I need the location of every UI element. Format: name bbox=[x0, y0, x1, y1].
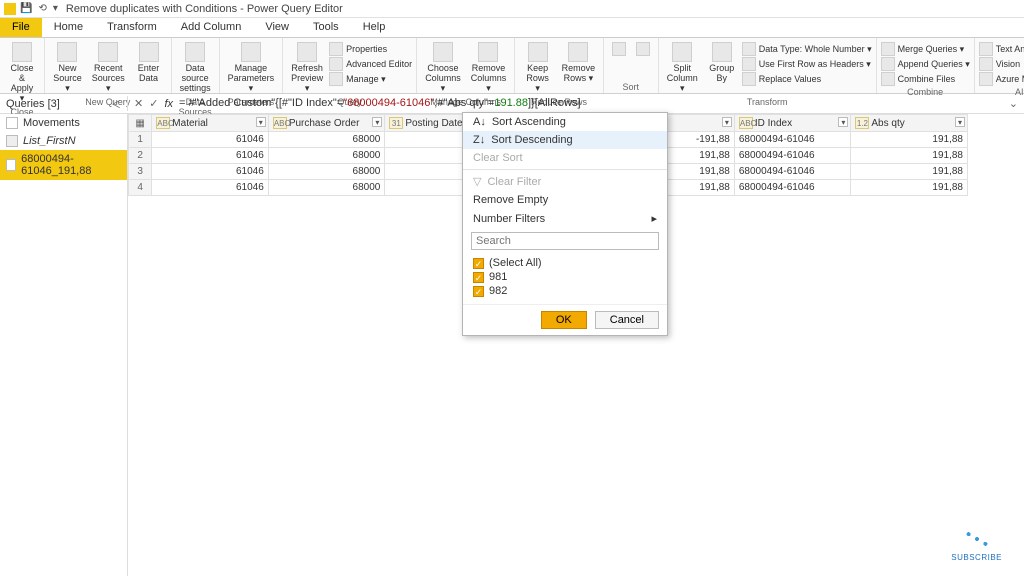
data-source-settings-button[interactable]: Data source settings bbox=[176, 40, 215, 96]
replace-values-button[interactable]: Replace Values bbox=[742, 72, 872, 86]
table-corner[interactable]: ▦ bbox=[129, 115, 152, 132]
sort-descending-item[interactable]: Z↓Sort Descending bbox=[463, 131, 667, 149]
subscribe-label: SUBSCRIBE bbox=[951, 553, 1002, 562]
submenu-arrow-icon: ▸ bbox=[651, 212, 657, 225]
properties-button[interactable]: Properties bbox=[329, 42, 412, 56]
filter-check-value[interactable]: ✓982 bbox=[473, 284, 657, 298]
sort-desc-button[interactable] bbox=[632, 40, 654, 81]
first-row-headers-button[interactable]: Use First Row as Headers ▾ bbox=[742, 57, 872, 71]
save-icon[interactable]: 💾 bbox=[20, 3, 32, 14]
data-grid: ▦ ABCMaterial▾ABCPurchase Order▾31Postin… bbox=[128, 114, 1024, 576]
group-by-button[interactable]: Group By bbox=[704, 40, 740, 96]
menu-tabs: File Home Transform Add Column View Tool… bbox=[0, 18, 1024, 38]
tab-view[interactable]: View bbox=[253, 18, 301, 37]
clear-sort-item: Clear Sort bbox=[463, 149, 667, 167]
number-filters-item[interactable]: Number Filters▸ bbox=[463, 209, 667, 228]
azure-ml-button[interactable]: Azure Machine Learning bbox=[979, 72, 1024, 86]
sort-asc-icon: A↓ bbox=[473, 116, 486, 128]
data-type-button[interactable]: Data Type: Whole Number ▾ bbox=[742, 42, 872, 56]
column-header[interactable]: ABCID Index▾ bbox=[734, 115, 851, 132]
manage-parameters-button[interactable]: Manage Parameters ▾ bbox=[224, 40, 279, 96]
filter-icon: ▽ bbox=[473, 175, 481, 188]
main-area: Movements List_FirstN 68000494-61046_191… bbox=[0, 114, 1024, 576]
enter-data-button[interactable]: Enter Data bbox=[131, 40, 167, 96]
remove-columns-button[interactable]: Remove Columns ▾ bbox=[467, 40, 511, 96]
query-label: List_FirstN bbox=[23, 135, 76, 147]
query-item-selected[interactable]: 68000494-61046_191,88 bbox=[0, 150, 127, 180]
expand-formula-icon[interactable]: ⌄ bbox=[1009, 97, 1018, 110]
column-filter-popup: A↓Sort Ascending Z↓Sort Descending Clear… bbox=[462, 112, 668, 336]
column-header[interactable]: ABCPurchase Order▾ bbox=[268, 115, 385, 132]
filter-ok-button[interactable]: OK bbox=[541, 311, 587, 329]
filter-value-list: ✓(Select All) ✓981 ✓982 bbox=[463, 254, 667, 304]
tab-add-column[interactable]: Add Column bbox=[169, 18, 254, 37]
formula-text: = #"Added Custom"{[#"ID Index"="68000494… bbox=[179, 97, 581, 110]
quick-access-toolbar: 💾 ⟲ ▾ bbox=[20, 3, 58, 14]
recent-sources-button[interactable]: Recent Sources ▾ bbox=[88, 40, 129, 96]
remove-empty-item[interactable]: Remove Empty bbox=[463, 191, 667, 209]
title-bar: 💾 ⟲ ▾ Remove duplicates with Conditions … bbox=[0, 0, 1024, 18]
column-dropdown-icon[interactable]: ▾ bbox=[722, 117, 732, 127]
vision-button[interactable]: Vision bbox=[979, 57, 1024, 71]
dna-icon bbox=[963, 527, 991, 551]
group-label-sort: Sort bbox=[608, 81, 654, 93]
sort-desc-icon: Z↓ bbox=[473, 134, 485, 146]
tab-help[interactable]: Help bbox=[351, 18, 398, 37]
append-queries-button[interactable]: Append Queries ▾ bbox=[881, 57, 970, 71]
new-source-button[interactable]: New Source ▾ bbox=[49, 40, 86, 96]
query-item-list-firstn[interactable]: List_FirstN bbox=[0, 132, 127, 150]
accept-formula-icon[interactable]: ✓ bbox=[149, 97, 158, 110]
window-title: Remove duplicates with Conditions - Powe… bbox=[66, 3, 343, 15]
tab-home[interactable]: Home bbox=[42, 18, 95, 37]
tab-file[interactable]: File bbox=[0, 18, 42, 37]
choose-columns-button[interactable]: Choose Columns ▾ bbox=[421, 40, 465, 96]
app-icon bbox=[4, 3, 16, 15]
queries-formula-row: Queries [3] ＜ ✕ ✓ fx = #"Added Custom"{[… bbox=[0, 94, 1024, 114]
combine-files-button[interactable]: Combine Files bbox=[881, 72, 970, 86]
query-label: Movements bbox=[23, 117, 80, 129]
tab-transform[interactable]: Transform bbox=[95, 18, 169, 37]
formula-bar[interactable]: ✕ ✓ fx = #"Added Custom"{[#"ID Index"="6… bbox=[128, 97, 1024, 110]
column-header[interactable]: 1.2Abs qty▾ bbox=[851, 115, 968, 132]
column-header[interactable]: ABCMaterial▾ bbox=[152, 115, 269, 132]
manage-query-button[interactable]: Manage ▾ bbox=[329, 72, 412, 86]
split-column-button[interactable]: Split Column ▾ bbox=[663, 40, 702, 96]
collapse-icon[interactable]: ＜ bbox=[111, 96, 121, 111]
cancel-formula-icon[interactable]: ✕ bbox=[134, 97, 143, 110]
clear-filter-item: ▽Clear Filter bbox=[463, 172, 667, 191]
filter-search-input[interactable] bbox=[471, 232, 659, 250]
sort-ascending-item[interactable]: A↓Sort Ascending bbox=[463, 113, 667, 131]
query-item-movements[interactable]: Movements bbox=[0, 114, 127, 132]
dropdown-icon[interactable]: ▾ bbox=[53, 3, 58, 14]
queries-sidebar: Movements List_FirstN 68000494-61046_191… bbox=[0, 114, 128, 576]
filter-cancel-button[interactable]: Cancel bbox=[595, 311, 659, 329]
tab-tools[interactable]: Tools bbox=[301, 18, 351, 37]
advanced-editor-button[interactable]: Advanced Editor bbox=[329, 57, 412, 71]
column-dropdown-icon[interactable]: ▾ bbox=[372, 117, 382, 127]
keep-rows-button[interactable]: Keep Rows ▾ bbox=[519, 40, 556, 96]
subscribe-watermark: SUBSCRIBE bbox=[951, 527, 1002, 562]
text-analytics-button[interactable]: Text Analytics bbox=[979, 42, 1024, 56]
fx-icon[interactable]: fx bbox=[164, 98, 173, 110]
queries-pane-title: Queries [3] bbox=[6, 98, 60, 110]
undo-icon[interactable]: ⟲ bbox=[38, 3, 46, 14]
merge-queries-button[interactable]: Merge Queries ▾ bbox=[881, 42, 970, 56]
filter-check-select-all[interactable]: ✓(Select All) bbox=[473, 256, 657, 270]
refresh-preview-button[interactable]: Refresh Preview ▾ bbox=[287, 40, 327, 96]
sort-asc-button[interactable] bbox=[608, 40, 630, 81]
column-dropdown-icon[interactable]: ▾ bbox=[256, 117, 266, 127]
filter-check-value[interactable]: ✓981 bbox=[473, 270, 657, 284]
column-dropdown-icon[interactable]: ▾ bbox=[955, 117, 965, 127]
column-dropdown-icon[interactable]: ▾ bbox=[838, 117, 848, 127]
queries-pane-header[interactable]: Queries [3] ＜ bbox=[0, 96, 128, 111]
query-label: 68000494-61046_191,88 bbox=[21, 153, 121, 177]
remove-rows-button[interactable]: Remove Rows ▾ bbox=[558, 40, 599, 96]
ribbon: Close & Apply ▾ Close New Source ▾ Recen… bbox=[0, 38, 1024, 94]
